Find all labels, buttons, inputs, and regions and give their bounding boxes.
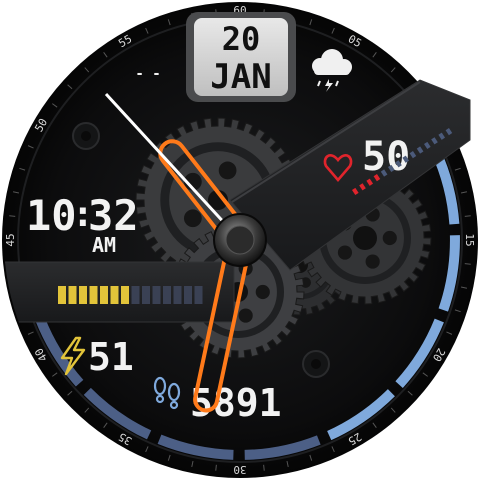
time-hours: 10 bbox=[26, 191, 77, 240]
battery-segment bbox=[131, 286, 140, 304]
battery-segment bbox=[173, 286, 182, 304]
battery-segment bbox=[100, 286, 108, 304]
battery-segment bbox=[58, 286, 66, 304]
battery-segment bbox=[89, 286, 98, 304]
date-window: 20 JAN bbox=[186, 12, 296, 102]
battery-segment bbox=[79, 286, 87, 304]
weather-temperature: - - bbox=[135, 66, 160, 82]
bezel-tick bbox=[9, 215, 16, 217]
battery-segment bbox=[163, 286, 171, 304]
hand-center-pin bbox=[225, 225, 255, 255]
battery-segment bbox=[194, 286, 203, 304]
watch-face: 600510152025303540455055 20 JAN - - bbox=[2, 2, 478, 478]
steps-value: 5891 bbox=[190, 381, 282, 425]
battery-segment bbox=[142, 286, 150, 304]
bezel-label: 15 bbox=[463, 233, 476, 246]
battery-segment bbox=[68, 286, 77, 304]
date-month: JAN bbox=[210, 57, 271, 97]
bezel-tick bbox=[464, 215, 471, 217]
bezel-tick bbox=[464, 263, 471, 265]
battery-segment bbox=[110, 286, 119, 304]
bezel-label: 45 bbox=[4, 233, 17, 246]
bezel-tick bbox=[263, 464, 265, 471]
battery-segment bbox=[121, 286, 129, 304]
time-ampm: AM bbox=[92, 233, 116, 257]
battery-value: 51 bbox=[88, 335, 134, 379]
bezel-tick bbox=[215, 464, 217, 471]
date-day: 20 bbox=[222, 20, 261, 58]
bezel-label: 30 bbox=[233, 463, 246, 476]
battery-segment bbox=[184, 286, 192, 304]
battery-segment bbox=[152, 286, 161, 304]
